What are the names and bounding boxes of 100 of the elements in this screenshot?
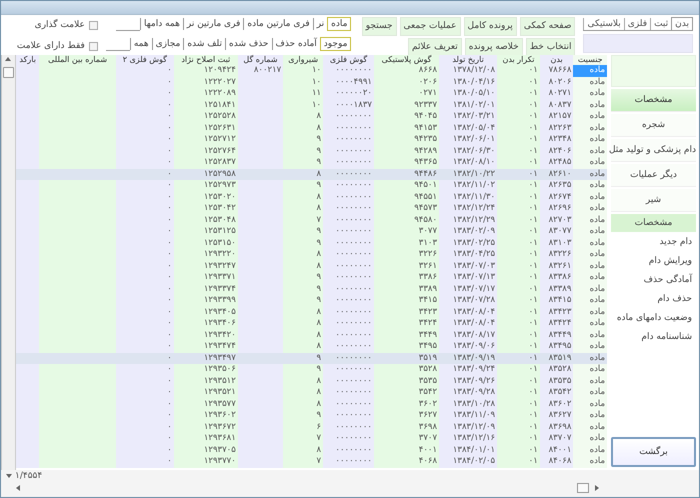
table-row[interactable]: ماده ۸۳۵۴۲ ۰۱ ۱۳۸۳/۰۹/۲۸ ۳۵۴۲ ۰۰۰۰۰۰۰۰ ۸ ۱۲۹۳۵۲۱ ۰ bbox=[16, 387, 607, 399]
table-row[interactable]: ماده ۸۳۲۶۱ ۰۱ ۱۳۸۳/۰۷/۰۳ ۳۲۶۱ ۰۰۰۰۰۰۰۰ ۸ ۱۲۹۳۲۴۷ ۰ bbox=[16, 260, 607, 272]
table-row[interactable]: ماده ۸۳۷۰۷ ۰۱ ۱۳۸۳/۱۲/۱۶ ۳۷۰۷ ۰۰۰۰۰۰۰۰ ۷ ۱۲۹۳۶۸۱ ۰ bbox=[16, 433, 607, 445]
table-row[interactable]: ماده ۸۲۶۷۴ ۰۱ ۱۳۸۲/۱۱/۳۰ ۹۴۵۵۱ ۰۰۰۰۰۰۰۰ ۸ ۱۲۵۳۰۲۰ ۰ bbox=[16, 192, 607, 204]
sidebar-link[interactable]: شناسنامه دام bbox=[611, 329, 696, 346]
dropdown-arrow-icon[interactable] bbox=[6, 474, 12, 478]
table-row[interactable]: ماده ۸۳۳۸۶ ۰۱ ۱۳۸۳/۰۷/۱۳ ۳۳۸۶ ۰۰۰۰۰۰۰۰ ۹ ۱۲۹۳۳۷۱ ۰ bbox=[16, 272, 607, 284]
sidebar-item[interactable]: دیگر عملیات bbox=[611, 164, 696, 188]
table-row[interactable]: ماده ۸۲۶۱۰ ۰۱ ۱۳۸۲/۱۰/۲۲ ۹۴۴۸۶ ۰۰۰۰۰۰۰۰ ۸ ۱۲۵۲۹۵۸ ۰ bbox=[16, 168, 607, 180]
sidebar-link[interactable]: آمادگی حذف bbox=[611, 272, 696, 290]
column-header[interactable]: بدن bbox=[540, 55, 574, 66]
column-header[interactable]: تاریخ تولد bbox=[439, 55, 498, 66]
checkbox[interactable] bbox=[88, 20, 98, 30]
column-header[interactable]: شماره بین المللی bbox=[39, 55, 116, 66]
column-header[interactable]: شماره گل bbox=[238, 55, 284, 66]
table-cell: ۰ bbox=[116, 318, 174, 330]
sidebar-link[interactable]: وضعیت دامهای ماده bbox=[611, 310, 696, 328]
table-row[interactable]: ماده ۸۴۰۰۱ ۰۱ ۱۳۸۴/۰۱/۰۱ ۴۰۰۱ ۰۰۰۰۰۰۰۰ ۸ ۱۲۹۳۷۰۵ ۰ bbox=[16, 444, 607, 456]
status-filter-tab[interactable]: آماده حذف bbox=[272, 38, 320, 50]
view-tab[interactable]: بلاستیکی bbox=[583, 18, 624, 30]
table-cell: ماده bbox=[573, 88, 607, 100]
table-row[interactable]: ماده ۸۲۴۸۵ ۰۱ ۱۳۸۲/۰۸/۱۰ ۹۴۳۶۵ ۰۰۰۰۰۰۰۰ ۹ ۱۲۵۲۸۳۷ ۰ bbox=[16, 157, 607, 169]
table-row[interactable]: ماده ۸۳۵۳۵ ۰۱ ۱۳۸۳/۰۹/۲۶ ۳۵۳۵ ۰۰۰۰۰۰۰۰ ۸ ۱۲۹۳۵۱۲ ۰ bbox=[16, 376, 607, 388]
status-filter-tab[interactable]: مجازی bbox=[152, 38, 184, 50]
table-row[interactable]: ماده ۸۲۲۶۳ ۰۱ ۱۳۸۲/۰۵/۰۴ ۹۴۱۵۳ ۰۰۰۰۰۰۰۰ ۸ ۱۲۵۲۶۳۱ ۰ bbox=[16, 122, 607, 134]
table-cell: ۹۴۱۵۳ bbox=[374, 122, 440, 134]
table-row[interactable]: ماده ۸۳۶۰۲ ۰۱ ۱۳۸۳/۱۰/۲۸ ۳۶۰۲ ۰۰۰۰۰۰۰۰ ۸ ۱۲۹۳۵۷۷ ۰ bbox=[16, 398, 607, 410]
column-header[interactable]: جنسیت bbox=[573, 55, 607, 66]
table-row[interactable]: ماده ۸۲۱۵۷ ۰۱ ۱۳۸۲/۰۳/۲۱ ۹۴۰۴۵ ۰۰۰۰۰۰۰۰ ۸ ۱۲۵۲۵۲۸ ۰ bbox=[16, 111, 607, 123]
table-cell: ۱۳۸۳/۰۴/۲۵ bbox=[439, 249, 498, 261]
view-tab[interactable]: ثبت bbox=[650, 18, 672, 30]
table-cell: ۳۵۱۹ bbox=[374, 352, 440, 364]
column-header[interactable]: گوش پلاستیکی bbox=[374, 55, 440, 66]
table-row[interactable]: ماده ۷۸۶۶۸ ۰۱ ۱۳۷۸/۱۲/۰۸ ۸۶۶۸ ۰۰۰۰۰۰۰۰ ۱۰ ۸۰۰۲۱۷ ۱۲۰۹۴۲۴ ۰ bbox=[16, 65, 607, 77]
view-tab[interactable]: فلزی bbox=[624, 18, 650, 30]
search-field[interactable] bbox=[583, 34, 693, 54]
table-row[interactable]: ماده ۸۰۲۰۶ ۰۱ ۱۳۸۰/۰۴/۱۶ ۰۲۰۶ ۰۰۰۰۴۹۹۱ ۱۰ ۱۲۲۲۰۲۷ ۰ bbox=[16, 76, 607, 88]
table-row[interactable]: ماده ۸۳۳۸۹ ۰۱ ۱۳۸۳/۰۷/۱۷ ۳۳۸۹ ۰۰۰۰۰۰۰۰ ۹ ۱۲۹۳۳۷۴ ۰ bbox=[16, 284, 607, 296]
sidebar-item[interactable]: مشخصات bbox=[611, 89, 696, 112]
column-header[interactable]: بارکد bbox=[16, 55, 40, 66]
status-filter-tab[interactable]: موجود bbox=[320, 37, 352, 52]
table-cell: ۰۰۰۰۰۰۰۰ bbox=[323, 260, 374, 272]
action-button[interactable]: جستجو bbox=[362, 17, 397, 36]
sex-filter-tab[interactable]: نر bbox=[312, 18, 328, 30]
table-row[interactable]: ماده ۸۳۴۴۹ ۰۱ ۱۳۸۳/۰۸/۱۷ ۳۴۴۹ ۰۰۰۰۰۰۰۰ ۸ ۱۲۹۳۴۲۰ ۰ bbox=[16, 330, 607, 342]
sidebar-item[interactable]: شجره bbox=[611, 114, 696, 138]
status-filter-tab[interactable]: تلف شده bbox=[183, 38, 226, 50]
table-row[interactable]: ماده ۸۲۳۴۸ ۰۱ ۱۳۸۲/۰۶/۰۱ ۹۴۲۳۵ ۰۰۰۰۰۰۰۰ ۹ ۱۲۵۲۷۱۲ ۰ bbox=[16, 134, 607, 146]
action-button[interactable]: انتخاب خط bbox=[526, 38, 576, 58]
sidebar-item[interactable]: دام پزشکی و تولید مثل bbox=[611, 139, 696, 162]
table-row[interactable]: ماده ۸۰۸۳۷ ۰۱ ۱۳۸۱/۰۲/۰۱ ۹۲۳۳۷ ۰۰۰۰۱۸۳۷ ۱۰ ۱۲۵۱۸۴۱ ۰ bbox=[16, 100, 607, 112]
column-header[interactable]: گوش فلزی ۲ bbox=[116, 55, 174, 66]
sex-filter-tab[interactable]: فری مارتین نر bbox=[182, 18, 244, 30]
table-cell: ماده bbox=[573, 272, 607, 284]
checkbox[interactable] bbox=[88, 42, 98, 51]
table-row[interactable]: ماده ۸۳۴۲۴ ۰۱ ۱۳۸۳/۰۸/۰۴ ۳۴۲۴ ۰۰۰۰۰۰۰۰ ۸ ۱۲۹۳۴۰۶ ۰ bbox=[16, 318, 607, 330]
table-row[interactable]: ماده ۸۲۶۳۵ ۰۱ ۱۳۸۲/۱۱/۰۲ ۹۴۵۰۱ ۰۰۰۰۰۰۰۰ ۹ ۱۲۵۲۹۷۳ ۰ bbox=[16, 180, 607, 192]
table-row[interactable]: ماده ۸۳۶۹۸ ۰۱ ۱۳۸۳/۱۲/۰۹ ۳۶۹۸ ۰۰۰۰۰۰۰۰ ۶ ۱۲۹۳۶۷۲ ۰ bbox=[16, 422, 607, 434]
table-row[interactable]: ماده ۸۲۴۰۶ ۰۱ ۱۳۸۲/۰۶/۳۰ ۹۴۲۸۹ ۰۰۰۰۰۰۰۰ ۹ ۱۲۵۲۷۶۴ ۰ bbox=[16, 146, 607, 158]
sidebar-link[interactable]: ویرایش دام bbox=[611, 253, 696, 270]
table-row[interactable]: ماده ۸۲۷۰۳ ۰۱ ۱۳۸۲/۱۲/۲۹ ۹۴۵۸۰ ۰۰۰۰۰۰۰۰ ۷ ۱۲۵۳۰۴۸ ۰ bbox=[16, 214, 607, 226]
table-cell: ۰۰۰۰۰۰۰۰ bbox=[323, 214, 374, 226]
table-row[interactable]: ماده ۸۳۶۲۷ ۰۱ ۱۳۸۳/۱۱/۰۹ ۳۶۲۷ ۰۰۰۰۰۰۰۰ ۹ ۱۲۹۳۶۰۲ ۰ bbox=[16, 410, 607, 422]
status-filter-tab[interactable]: حذف شده bbox=[225, 38, 272, 50]
sex-filter-tab[interactable]: همه دامها bbox=[140, 18, 183, 30]
sidebar-link[interactable]: حذف دام bbox=[611, 291, 696, 308]
action-button[interactable]: پرونده کامل bbox=[464, 17, 517, 36]
sidebar-link[interactable]: دام جدید bbox=[611, 234, 696, 252]
sidebar-item[interactable]: شیر bbox=[611, 189, 696, 212]
table-row[interactable]: ماده ۸۳۴۲۳ ۰۱ ۱۳۸۳/۰۸/۰۴ ۳۴۲۳ ۰۰۰۰۰۰۰۰ ۸ ۱۲۹۳۴۰۵ ۰ bbox=[16, 306, 607, 318]
table-cell: ۰۱ bbox=[497, 180, 540, 192]
column-header[interactable]: شیرواری bbox=[283, 55, 324, 66]
table-row[interactable]: ماده ۸۳۴۱۵ ۰۱ ۱۳۸۳/۰۷/۲۸ ۳۴۱۵ ۰۰۰۰۰۰۰۰ ۹ ۱۲۹۳۳۹۹ ۰ bbox=[16, 295, 607, 307]
section-header: مشخصات bbox=[611, 214, 696, 232]
action-button[interactable]: صفحه کمکی bbox=[520, 17, 576, 36]
column-header[interactable]: ثبت اصلاح نژاد bbox=[174, 55, 238, 66]
vertical-scrollbar[interactable] bbox=[1, 55, 16, 470]
table-cell: ۰۱ bbox=[497, 214, 540, 226]
table-row[interactable]: ماده ۸۴۰۶۸ ۰۱ ۱۳۸۴/۰۲/۰۵ ۴۰۶۸ ۰۰۰۰۰۰۰۰ ۷ ۱۲۹۳۷۷۰ ۰ bbox=[16, 456, 607, 468]
action-button[interactable]: خلاصه پرونده bbox=[464, 38, 523, 58]
table-row[interactable]: ماده ۸۳۲۲۶ ۰۱ ۱۳۸۳/۰۴/۲۵ ۳۲۲۶ ۰۰۰۰۰۰۰۰ ۸ ۱۲۹۳۲۲۰ ۰ bbox=[16, 249, 607, 261]
view-tab[interactable]: بدن bbox=[671, 17, 693, 30]
table-row[interactable]: ماده ۸۳۵۱۹ ۰۱ ۱۳۸۳/۰۹/۱۹ ۳۵۱۹ ۰۰۰۰۰۰۰۰ ۹ ۱۲۹۳۴۹۷ ۰ bbox=[16, 352, 607, 364]
action-button[interactable]: عملیات جمعی bbox=[400, 17, 461, 36]
back-button[interactable]: برگشت bbox=[611, 437, 696, 468]
sex-filter-tab[interactable]: ماده bbox=[327, 17, 352, 32]
table-row[interactable]: ماده ۸۳۴۹۵ ۰۱ ۱۳۸۳/۰۹/۰۶ ۳۴۹۵ ۰۰۰۰۰۰۰۰ ۸ ۱۲۹۳۴۷۴ ۰ bbox=[16, 341, 607, 353]
table-row[interactable]: ماده ۸۰۲۷۱ ۰۱ ۱۳۸۰/۰۵/۱۰ ۰۲۷۱ ۰۰۰۰۰۰۲۰ ۱۱ ۱۲۲۲۰۸۹ ۰ bbox=[16, 88, 607, 100]
table-row[interactable]: ماده ۸۳۱۰۳ ۰۱ ۱۳۸۳/۰۲/۲۵ ۳۱۰۳ ۰۰۰۰۰۰۰۰ ۹ ۱۲۵۳۱۵۰ ۰ bbox=[16, 238, 607, 250]
table-cell: ۰۰۰۰۰۰۰۰ bbox=[323, 157, 374, 169]
column-header[interactable]: تکرار بدن bbox=[497, 55, 540, 66]
table-cell: ۳۵۴۲ bbox=[374, 387, 440, 399]
table-row[interactable]: ماده ۸۳۵۲۸ ۰۱ ۱۳۸۳/۰۹/۲۴ ۳۵۲۸ ۰۰۰۰۰۰۰۰ ۹ ۱۲۹۳۵۰۶ ۰ bbox=[16, 364, 607, 376]
sex-filter-tab[interactable]: فری مارتین ماده bbox=[243, 18, 313, 30]
status-filter-tab[interactable]: همه bbox=[130, 38, 152, 50]
table-cell: ۰۱ bbox=[497, 410, 540, 422]
table-row[interactable]: ماده ۸۲۶۹۶ ۰۱ ۱۳۸۲/۱۲/۲۴ ۹۴۵۷۳ ۰۰۰۰۰۰۰۰ ۸ ۱۲۵۳۰۴۲ ۰ bbox=[16, 203, 607, 215]
table-cell: ۸۳۴۱۵ bbox=[540, 295, 574, 307]
column-header[interactable]: گوش فلزی bbox=[323, 55, 374, 66]
table-row[interactable]: ماده ۸۳۰۷۷ ۰۱ ۱۳۸۳/۰۲/۰۹ ۳۰۷۷ ۰۰۰۰۰۰۰۰ ۹ ۱۲۵۳۱۲۵ ۰ bbox=[16, 226, 607, 238]
